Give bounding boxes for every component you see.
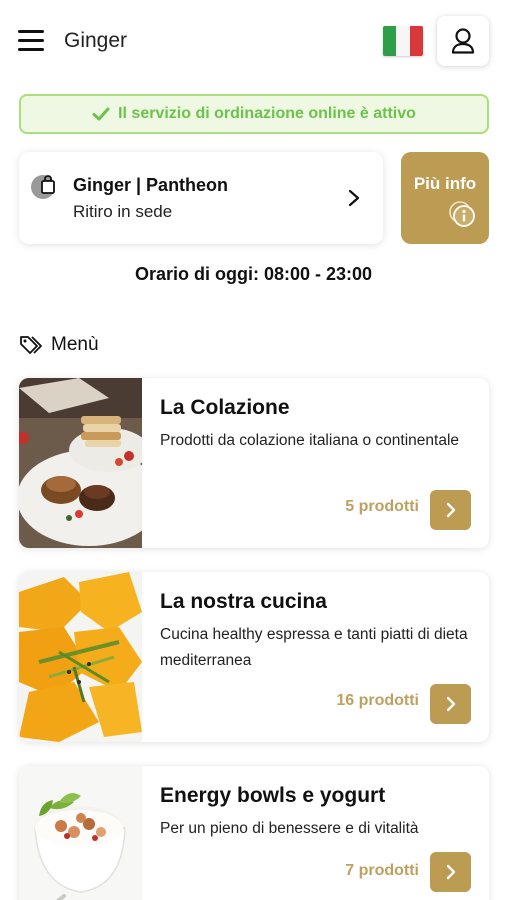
app-title: Ginger bbox=[64, 29, 128, 52]
store-name: Ginger | Pantheon bbox=[73, 175, 229, 195]
category-title: La Colazione bbox=[160, 396, 290, 419]
breakfast-photo bbox=[19, 378, 142, 548]
shopping-bag-icon bbox=[31, 175, 55, 199]
more-info-button[interactable]: Più info bbox=[401, 152, 489, 244]
category-product-count: 7 prodotti bbox=[345, 862, 419, 879]
check-icon bbox=[92, 107, 110, 121]
info-icon bbox=[449, 201, 475, 227]
category-open-button[interactable] bbox=[430, 490, 471, 530]
category-open-button[interactable] bbox=[430, 684, 471, 724]
category-description: Prodotti da colazione italiana o contine… bbox=[160, 432, 460, 449]
category-description: Cucina healthy espressa e tanti piatti d… bbox=[160, 626, 468, 669]
user-account-button[interactable] bbox=[437, 16, 489, 66]
ravioli-photo bbox=[19, 572, 142, 742]
category-card-cucina[interactable]: La nostra cucina Cucina healthy espressa… bbox=[19, 572, 489, 742]
ordering-status-banner: Il servizio di ordinazione online è atti… bbox=[19, 94, 489, 134]
user-icon bbox=[451, 28, 475, 54]
tags-icon bbox=[20, 336, 42, 354]
hamburger-menu-icon[interactable] bbox=[18, 28, 44, 52]
chevron-right-icon bbox=[446, 864, 455, 880]
more-info-label: Più info bbox=[413, 174, 477, 193]
status-text: Il servizio di ordinazione online è atti… bbox=[118, 105, 416, 122]
category-open-button[interactable] bbox=[430, 852, 471, 892]
chevron-right-icon bbox=[446, 696, 455, 712]
pickup-mode: Ritiro in sede bbox=[73, 202, 173, 221]
app-header: Ginger bbox=[0, 0, 507, 84]
opening-hours: Orario di oggi: 08:00 - 23:00 bbox=[134, 264, 373, 284]
category-product-count: 5 prodotti bbox=[345, 498, 419, 515]
category-card-energy-bowls[interactable]: Energy bowls e yogurt Per un pieno di be… bbox=[19, 766, 489, 900]
menu-heading: Menù bbox=[19, 334, 99, 356]
yogurt-bowl-photo bbox=[19, 766, 142, 900]
category-description: Per un pieno di benessere e di vitalità bbox=[160, 820, 419, 837]
chevron-right-icon bbox=[348, 189, 360, 207]
category-product-count: 16 prodotti bbox=[336, 692, 419, 709]
chevron-right-icon bbox=[446, 502, 455, 518]
menu-heading-label: Menù bbox=[51, 334, 99, 355]
category-card-colazione[interactable]: La Colazione Prodotti da colazione itali… bbox=[19, 378, 489, 548]
category-title: Energy bowls e yogurt bbox=[160, 784, 386, 807]
category-title: La nostra cucina bbox=[160, 590, 327, 613]
italian-flag-icon[interactable] bbox=[383, 26, 423, 56]
store-selector-card[interactable]: Ginger | Pantheon Ritiro in sede bbox=[19, 152, 383, 244]
